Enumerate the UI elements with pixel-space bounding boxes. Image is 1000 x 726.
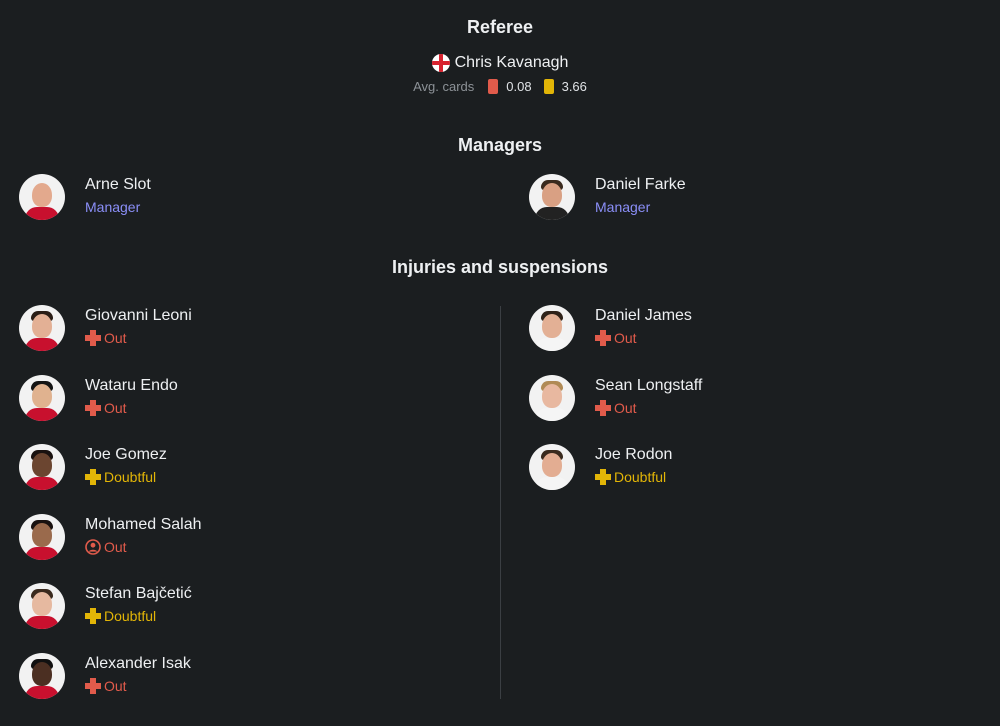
status-label: Out <box>104 678 127 694</box>
avatar <box>19 375 65 421</box>
player-status: Doubtful <box>85 608 156 624</box>
player-name: Joe Rodon <box>595 446 673 463</box>
referee-name[interactable]: Chris Kavanagh <box>455 54 569 72</box>
status-label: Doubtful <box>614 469 667 485</box>
player-status: Doubtful <box>595 469 666 485</box>
injury-cross-icon <box>595 400 611 416</box>
manager-home[interactable]: Arne Slot Manager <box>19 174 439 222</box>
avatar <box>19 653 65 699</box>
injury-cross-icon <box>85 678 101 694</box>
status-label: Out <box>104 330 127 346</box>
injury-cross-icon <box>595 330 611 346</box>
injury-cross-icon <box>85 400 101 416</box>
avatar <box>19 305 65 351</box>
player-status: Out <box>85 678 127 694</box>
avatar <box>19 174 65 220</box>
status-label: Doubtful <box>104 608 157 624</box>
status-label: Out <box>104 539 127 555</box>
injured-player-row[interactable]: Giovanni Leoni Out <box>19 305 439 353</box>
injury-cross-icon <box>85 608 101 624</box>
status-label: Doubtful <box>104 469 157 485</box>
injured-player-row[interactable]: Mohamed Salah Out <box>19 514 439 562</box>
player-name: Sean Longstaff <box>595 377 703 394</box>
yellow-card-icon <box>543 79 554 94</box>
avatar <box>529 305 575 351</box>
manager-name: Arne Slot <box>85 176 151 193</box>
referee-heading: Referee <box>466 17 534 37</box>
player-status: Out <box>595 400 637 416</box>
manager-name: Daniel Farke <box>595 176 686 193</box>
avatar <box>529 375 575 421</box>
injured-player-row[interactable]: Joe Gomez Doubtful <box>19 444 439 492</box>
avatar <box>19 444 65 490</box>
player-name: Giovanni Leoni <box>85 307 192 324</box>
avg-cards-label: Avg. cards <box>413 79 475 94</box>
player-name: Stefan Bajčetić <box>85 585 192 602</box>
manager-role: Manager <box>85 199 141 215</box>
status-label: Out <box>614 400 637 416</box>
status-label: Out <box>614 330 637 346</box>
injured-player-row[interactable]: Alexander Isak Out <box>19 653 439 701</box>
manager-away[interactable]: Daniel Farke Manager <box>529 174 949 222</box>
player-name: Daniel James <box>595 307 692 324</box>
injury-cross-icon <box>85 330 101 346</box>
column-divider <box>500 306 501 699</box>
player-name: Wataru Endo <box>85 377 178 394</box>
red-card-icon <box>488 79 499 94</box>
status-label: Out <box>104 400 127 416</box>
injured-player-row[interactable]: Sean Longstaff Out <box>529 375 949 423</box>
avatar <box>19 514 65 560</box>
injuries-heading: Injuries and suspensions <box>391 257 609 277</box>
referee-row: Chris Kavanagh <box>0 54 1000 72</box>
player-name: Alexander Isak <box>85 655 191 672</box>
england-flag-icon <box>431 54 450 72</box>
avatar <box>529 174 575 220</box>
injured-player-row[interactable]: Stefan Bajčetić Doubtful <box>19 583 439 631</box>
managers-heading: Managers <box>457 135 543 155</box>
avatar <box>19 583 65 629</box>
avatar <box>529 444 575 490</box>
player-status: Doubtful <box>85 469 156 485</box>
injured-player-row[interactable]: Daniel James Out <box>529 305 949 353</box>
injured-player-row[interactable]: Wataru Endo Out <box>19 375 439 423</box>
player-status: Out <box>85 330 127 346</box>
injured-player-row[interactable]: Joe Rodon Doubtful <box>529 444 949 492</box>
player-status: Out <box>595 330 637 346</box>
injury-cross-icon <box>595 469 611 485</box>
player-status: Out <box>85 539 127 555</box>
player-status: Out <box>85 400 127 416</box>
suspension-icon <box>85 539 101 555</box>
player-name: Joe Gomez <box>85 446 167 463</box>
yellow-card-avg: 3.66 <box>561 79 587 94</box>
avg-cards-row: Avg. cards 0.08 3.66 <box>0 79 1000 94</box>
player-name: Mohamed Salah <box>85 516 202 533</box>
red-card-avg: 0.08 <box>506 79 532 94</box>
manager-role: Manager <box>595 199 651 215</box>
injury-cross-icon <box>85 469 101 485</box>
